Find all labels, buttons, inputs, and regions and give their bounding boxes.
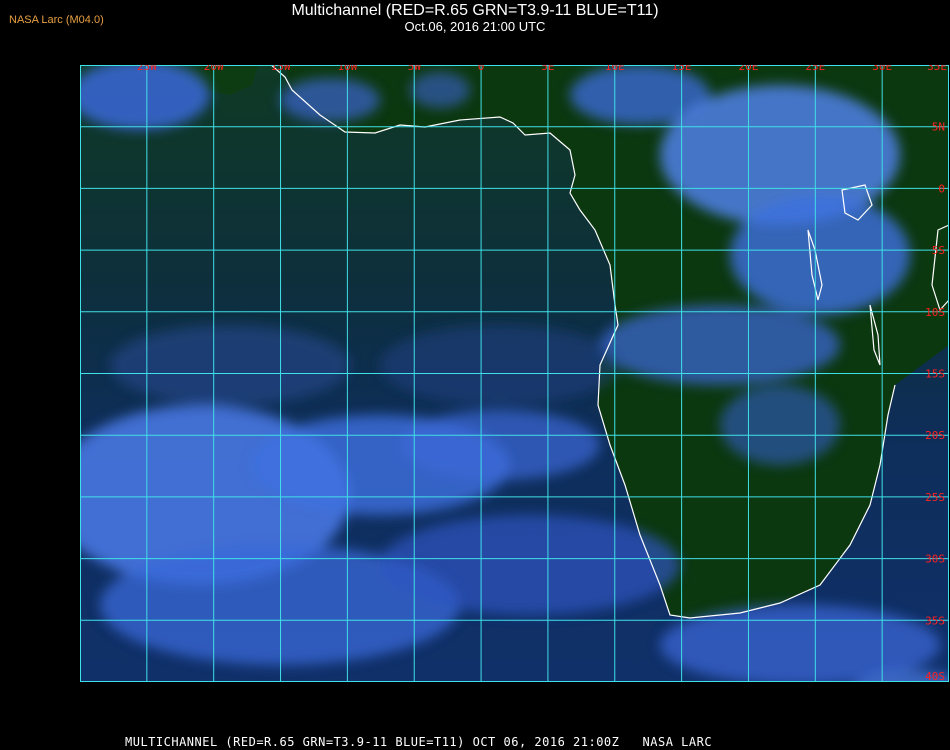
lat-label: 30S <box>925 553 945 566</box>
lat-label: 5S <box>932 244 945 257</box>
lon-label: 15W <box>271 65 291 73</box>
lon-label: 35E <box>927 65 947 73</box>
lon-label: 0 <box>478 65 485 73</box>
lat-label: 0 <box>938 182 945 195</box>
lon-label: 5E <box>541 65 554 73</box>
lat-label: 15S <box>925 368 945 381</box>
lon-label: 15E <box>672 65 692 73</box>
lat-label: 10S <box>925 306 945 319</box>
lon-label: 20W <box>204 65 224 73</box>
lon-label: 30E <box>872 65 892 73</box>
lon-label: 10E <box>605 65 625 73</box>
satellite-image: 25W 20W 15W 10W 5W 0 5E 10E 15E 20E 25E 30E 35E 5N 0 5S… <box>80 65 949 726</box>
satellite-map: 25W 20W 15W 10W 5W 0 5E 10E 15E 20E 25E 30E 35E 5N 0 5S… <box>80 65 949 726</box>
image-title: Multichannel (RED=R.65 GRN=T3.9-11 BLUE=… <box>291 2 659 19</box>
lon-label: 25W <box>137 65 157 73</box>
lat-label: 20S <box>925 429 945 442</box>
lon-label: 25E <box>805 65 825 73</box>
lon-label: 10W <box>337 65 357 73</box>
footer-caption: MULTICHANNEL (RED=R.65 GRN=T3.9-11 BLUE=… <box>125 735 713 749</box>
lat-label: 25S <box>925 491 945 504</box>
lon-label: 5W <box>408 65 422 73</box>
lat-label: 35S <box>925 614 945 627</box>
image-bottom-margin <box>80 682 949 726</box>
image-timestamp: Oct.06, 2016 21:00 UTC <box>404 19 546 34</box>
lon-label: 20E <box>739 65 759 73</box>
lat-label: 5N <box>932 121 945 134</box>
lat-label: 40S <box>925 670 945 683</box>
